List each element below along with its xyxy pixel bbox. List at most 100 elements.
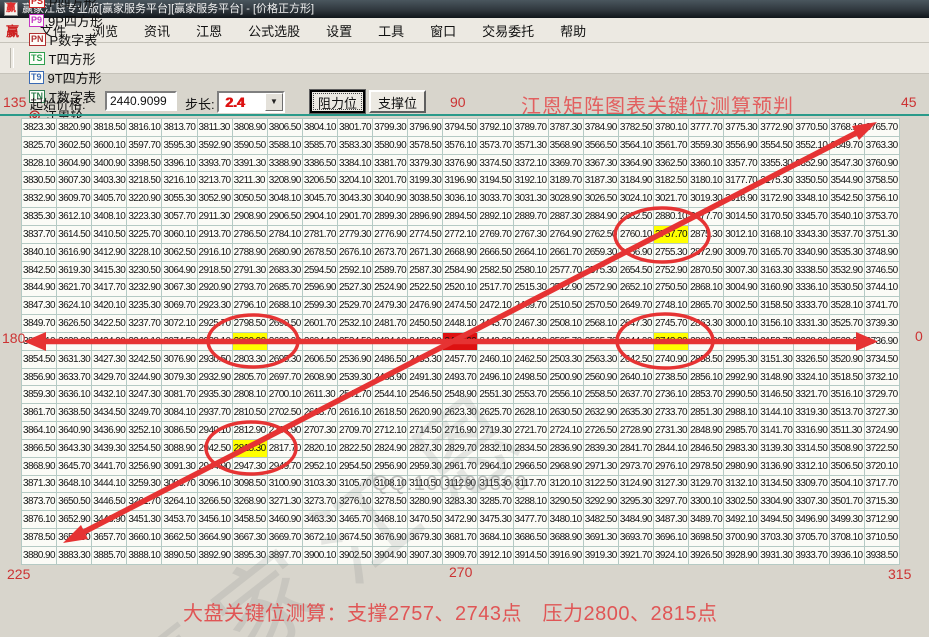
- menu-item-2[interactable]: 资讯: [131, 24, 183, 39]
- grid-cell: 2690.50: [267, 315, 302, 333]
- grid-cell: 2844.10: [653, 439, 688, 457]
- resistance-button[interactable]: 阻力位: [310, 90, 365, 113]
- grid-cell: 2541.70: [337, 386, 372, 404]
- grid-cell: 3468.10: [373, 511, 408, 529]
- grid-cell: 3796.90: [408, 119, 443, 137]
- grid-cell: 3676.90: [373, 529, 408, 547]
- menu-item-5[interactable]: 设置: [313, 24, 365, 39]
- grid-cell: 2481.70: [373, 315, 408, 333]
- grid-cell: 3417.70: [92, 279, 127, 297]
- grid-cell: 2961.70: [443, 457, 478, 475]
- grid-cell: 2817.70: [267, 439, 302, 457]
- grid-cell: 2846.50: [689, 439, 724, 457]
- grid-cell: 2743.30: [653, 332, 688, 350]
- support-button[interactable]: 支撑位: [369, 90, 426, 113]
- app-window: 赢 赢家江恩专业版[赢家服务平台][赢家服务平台] - [价格正方形] 赢 文件…: [0, 0, 929, 637]
- grid-cell: 2500.90: [548, 368, 583, 386]
- menu-item-6[interactable]: 工具: [365, 24, 417, 39]
- grid-cell: 3686.50: [513, 529, 548, 547]
- grid-cell: 3722.50: [864, 439, 899, 457]
- grid-cell: 3398.50: [127, 154, 162, 172]
- grid-cell: 3259.30: [127, 475, 162, 493]
- toolbar-button-p-number-table[interactable]: PNP数字表: [20, 30, 112, 49]
- grid-cell: 3031.30: [513, 190, 548, 208]
- grid-cell: 3352.90: [794, 154, 829, 172]
- chevron-down-icon[interactable]: ▼: [265, 93, 283, 111]
- grid-cell: 3748.90: [864, 243, 899, 261]
- step-select[interactable]: 2.4 ▼: [217, 91, 285, 113]
- menu-item-8[interactable]: 交易委托: [469, 24, 547, 39]
- grid-cell: 2632.90: [583, 404, 618, 422]
- grid-cell: 2491.30: [408, 368, 443, 386]
- grid-cell: 3050.50: [232, 190, 267, 208]
- toolbar-button-9t-square[interactable]: T99T四方形: [20, 68, 112, 87]
- grid-cell: 2767.30: [513, 225, 548, 243]
- grid-cell: 3518.50: [829, 368, 864, 386]
- grid-cell: 3667.30: [232, 529, 267, 547]
- toolbar-button-t-square[interactable]: TST四方形: [20, 49, 112, 68]
- grid-cell: 2580.10: [513, 261, 548, 279]
- angle-label-0: 0: [915, 328, 923, 344]
- grid-cell: 3218.50: [127, 172, 162, 190]
- grid-cell: 2616.10: [337, 404, 372, 422]
- toolbar-button-9p-square[interactable]: P99P四方形: [20, 11, 112, 30]
- grid-cell: 3820.90: [57, 119, 92, 137]
- grid-cell: 2683.30: [267, 261, 302, 279]
- grid-cell: 3396.10: [162, 154, 197, 172]
- grid-cell: 3496.90: [794, 511, 829, 529]
- grid-cell: 3386.50: [302, 154, 337, 172]
- grid-cell: 3120.10: [548, 475, 583, 493]
- menu-item-7[interactable]: 窗口: [417, 24, 469, 39]
- grid-cell: 2462.50: [513, 350, 548, 368]
- grid-cell: 3592.90: [197, 136, 232, 154]
- grid-cell: 2486.50: [373, 350, 408, 368]
- grid-cell: 2769.70: [478, 225, 513, 243]
- grid-cell: 3453.70: [162, 511, 197, 529]
- grid-cell: 2630.50: [548, 404, 583, 422]
- grid-cell: 2623.30: [443, 404, 478, 422]
- menu-item-3[interactable]: 江恩: [183, 24, 235, 39]
- grid-cell: 3249.70: [127, 404, 162, 422]
- grid-cell: 3523.30: [829, 332, 864, 350]
- grid-cell: 2666.50: [478, 243, 513, 261]
- grid-cell: 3590.50: [232, 136, 267, 154]
- grid-cell: 3734.50: [864, 350, 899, 368]
- menu-item-4[interactable]: 公式选股: [235, 24, 313, 39]
- grid-cell: 2450.50: [408, 315, 443, 333]
- grid-cell: 3609.70: [57, 190, 92, 208]
- grid-cell: 2589.70: [373, 261, 408, 279]
- grid-cell: 3355.30: [759, 154, 794, 172]
- grid-cell: 2786.50: [232, 225, 267, 243]
- toolbar-button-p-square[interactable]: PSP四方形: [20, 0, 112, 11]
- grid-cell: 2956.90: [373, 457, 408, 475]
- grid-cell: 2731.30: [653, 422, 688, 440]
- grid-cell: 2757.70: [653, 225, 688, 243]
- grid-cell: 3151.30: [759, 350, 794, 368]
- grid-cell: 3477.70: [513, 511, 548, 529]
- grid-cell: 3381.70: [373, 154, 408, 172]
- grid-cell: 2443.30: [478, 332, 513, 350]
- grid-cell: 2472.10: [478, 297, 513, 315]
- grid-cell: 2803.30: [232, 350, 267, 368]
- grid-cell: 3684.10: [478, 529, 513, 547]
- grid-cell: 3153.70: [759, 332, 794, 350]
- grid-cell: 3494.50: [759, 511, 794, 529]
- grid-cell: 3628.90: [57, 332, 92, 350]
- grid-cell: 2594.50: [302, 261, 337, 279]
- grid-cell: 3739.30: [864, 315, 899, 333]
- grid-cell: 3782.50: [618, 119, 653, 137]
- grid-cell: 2611.30: [302, 386, 337, 404]
- menu-item-9[interactable]: 帮助: [547, 24, 599, 39]
- grid-cell: 2968.90: [548, 457, 583, 475]
- grid-cell: 2464.90: [513, 332, 548, 350]
- grid-cell: 3064.90: [162, 261, 197, 279]
- grid-cell: 2930.50: [197, 350, 232, 368]
- grid-cell: 3432.10: [92, 386, 127, 404]
- grid-cell: 3326.50: [794, 350, 829, 368]
- grid-cell: 3276.10: [337, 493, 372, 511]
- grid-cell: 3801.70: [337, 119, 372, 137]
- grid-cell: 3648.10: [57, 475, 92, 493]
- angle-label-270: 270: [449, 564, 472, 580]
- grid-cell: 2906.50: [267, 208, 302, 226]
- start-price-input[interactable]: 2440.9099: [105, 91, 177, 111]
